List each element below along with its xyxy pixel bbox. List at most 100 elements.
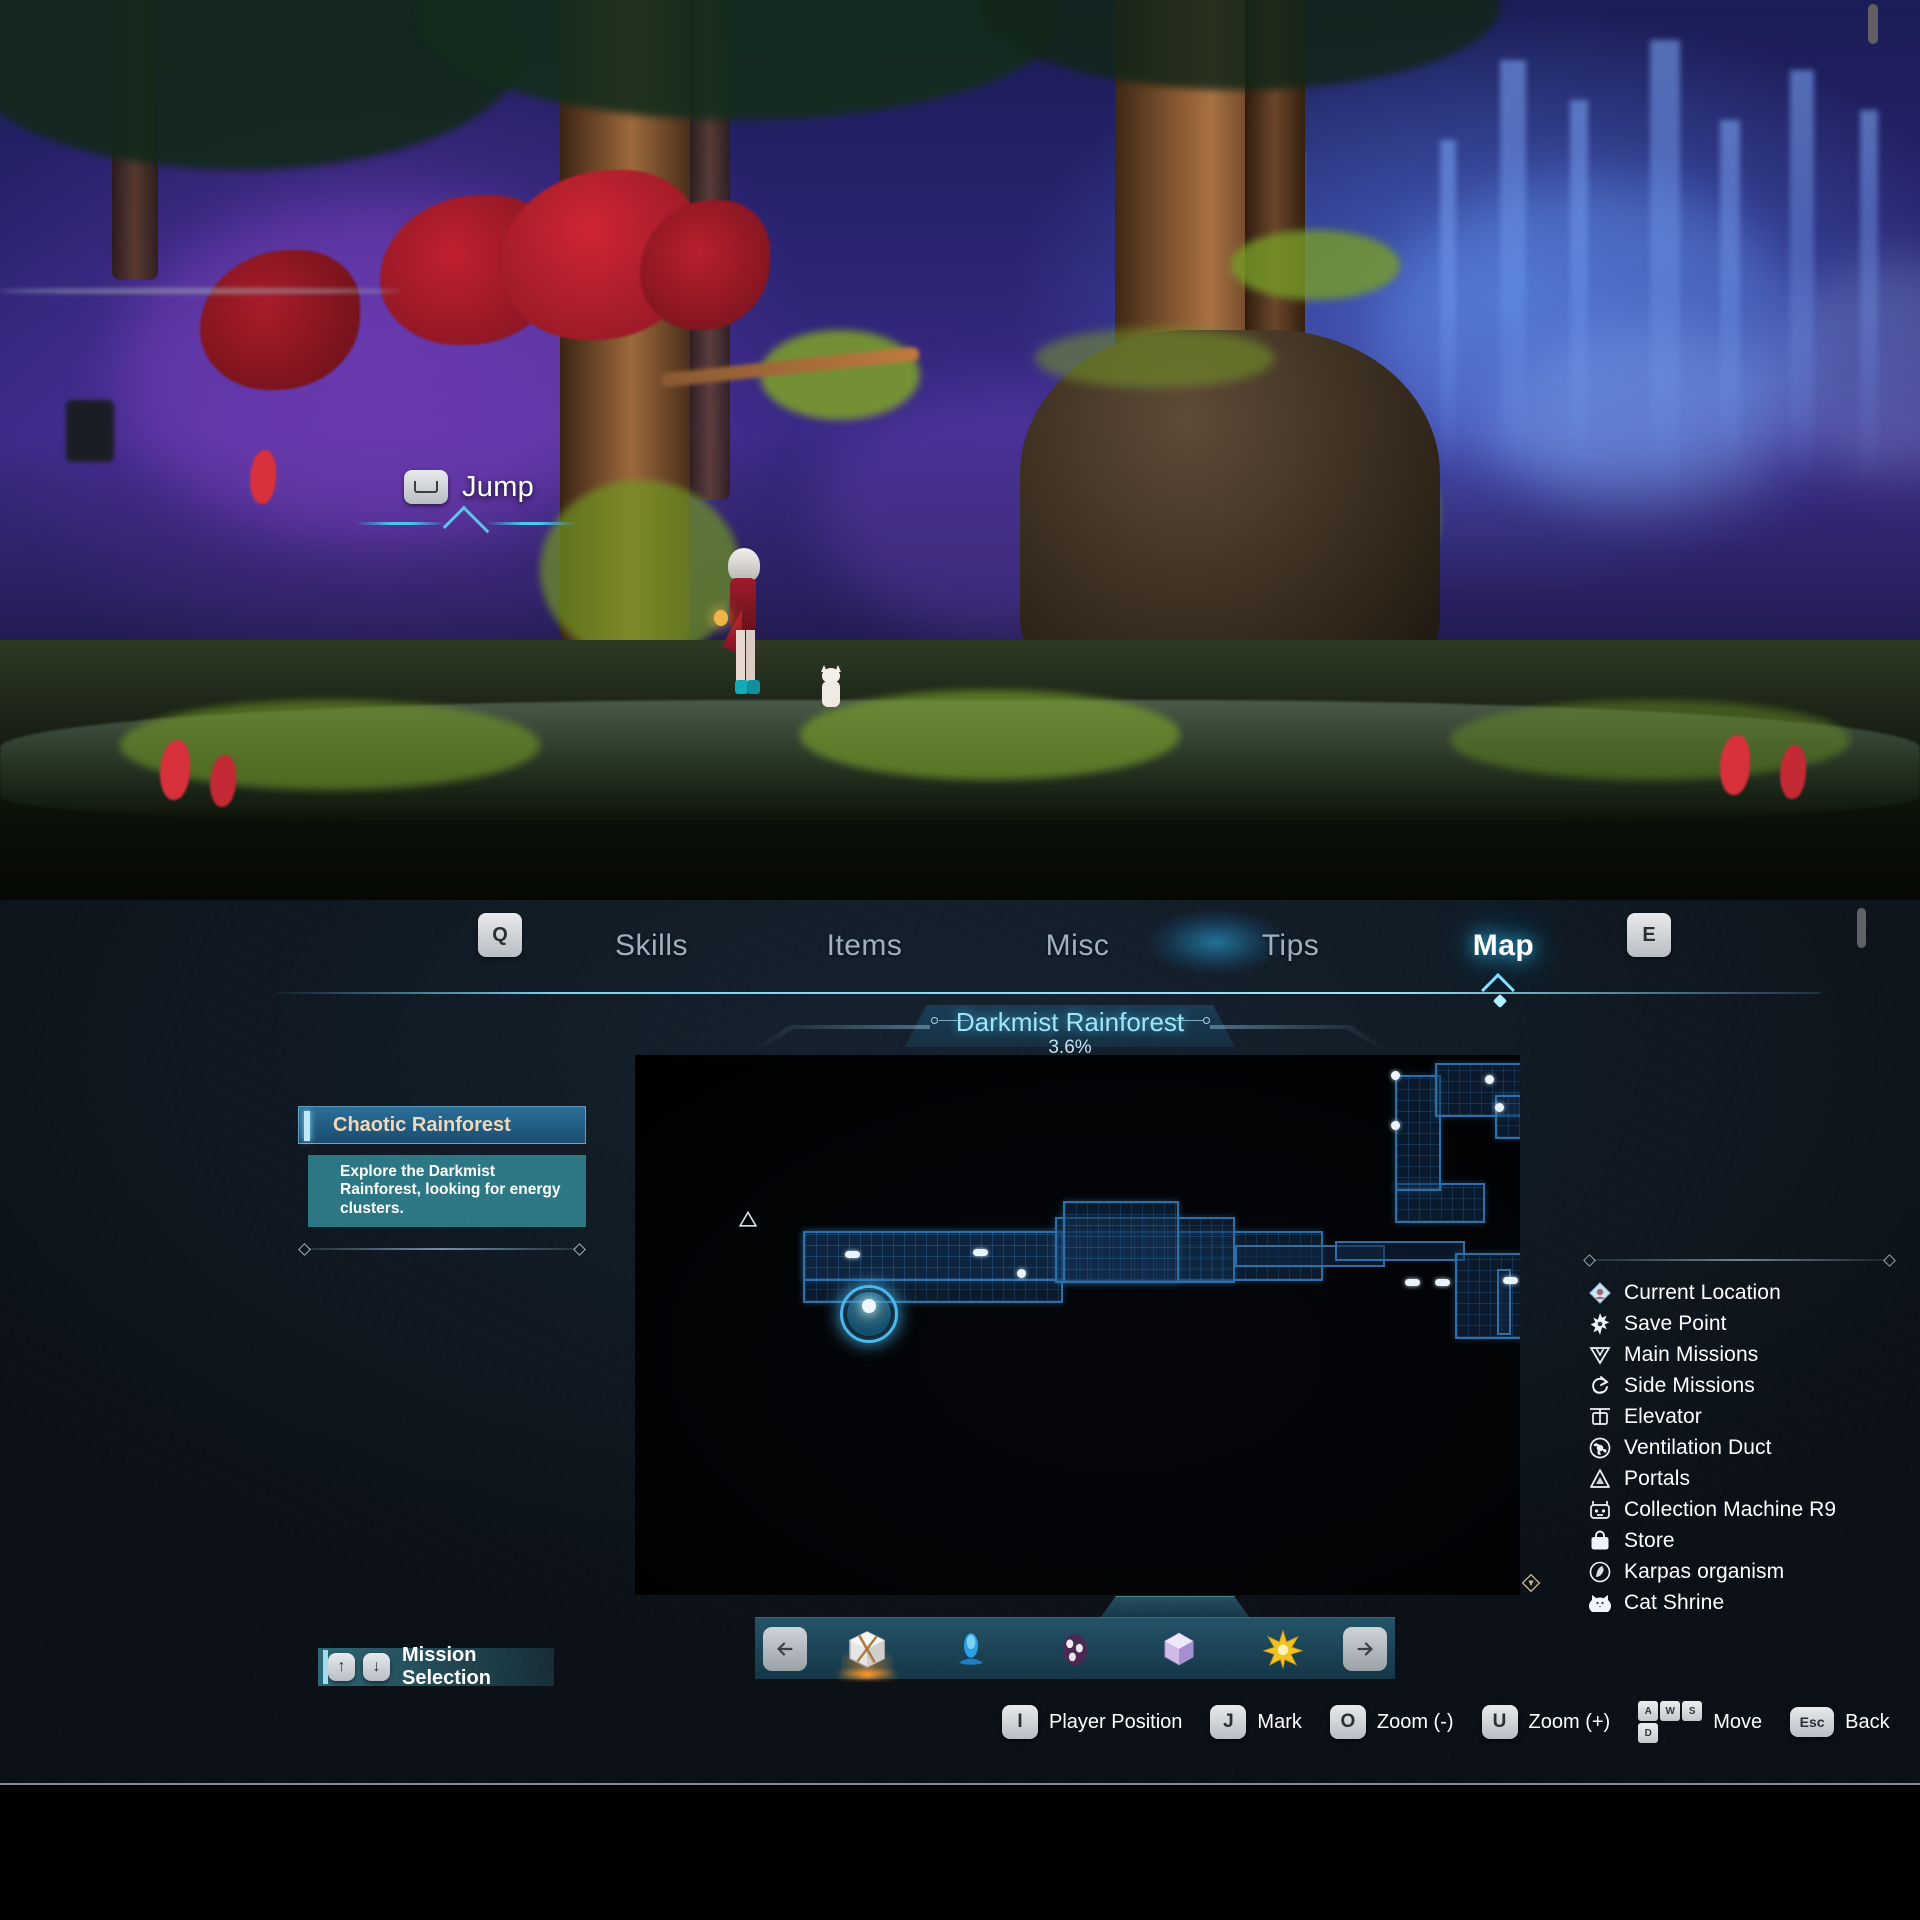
item-bar-next-button[interactable] xyxy=(1343,1626,1387,1671)
canopy-foliage xyxy=(420,0,1060,120)
tabbar-underline xyxy=(276,992,1820,994)
legend-divider xyxy=(1583,1254,1896,1267)
light-beam xyxy=(1650,40,1680,500)
next-tab-key[interactable]: E xyxy=(1627,913,1671,957)
mission-selection-button[interactable]: ↑ ↓ Mission Selection xyxy=(318,1644,554,1689)
player-character xyxy=(714,548,772,698)
legend-item-current-location: Current Location xyxy=(1585,1277,1905,1308)
map-marker xyxy=(1495,1103,1504,1112)
light-beam xyxy=(1570,100,1588,480)
legend-item-karpas-organism: Karpas organism xyxy=(1585,1556,1905,1587)
light-beam xyxy=(1860,110,1878,490)
legend-item-main-missions: Main Missions xyxy=(1585,1339,1905,1370)
map-room xyxy=(1495,1095,1520,1139)
wasd-keys-icon[interactable]: WASD xyxy=(1638,1701,1703,1743)
light-beam xyxy=(1440,140,1456,480)
filter-supply-crate[interactable] xyxy=(841,1622,893,1675)
mission-selection-label: Mission Selection xyxy=(402,1644,491,1689)
filter-blue-fish[interactable] xyxy=(945,1623,997,1675)
key-esc[interactable]: Esc xyxy=(1790,1707,1835,1737)
filter-crystal-cube[interactable] xyxy=(1153,1623,1205,1675)
legend-label: Save Point xyxy=(1624,1311,1727,1335)
save-point-icon xyxy=(1585,1311,1615,1337)
side-missions-icon xyxy=(1585,1373,1615,1399)
map-viewport[interactable] xyxy=(635,1055,1520,1595)
legend-label: Collection Machine R9 xyxy=(1624,1497,1837,1521)
menu-scrollbar[interactable] xyxy=(1857,908,1866,948)
map-room xyxy=(1063,1201,1179,1283)
ground-red-plant xyxy=(250,450,276,504)
hint-label: Back xyxy=(1845,1710,1890,1733)
collectible-filter-bar xyxy=(755,1617,1395,1679)
mission-selected-marker xyxy=(304,1111,310,1141)
hint-label: Mark xyxy=(1257,1710,1302,1733)
legend-item-store: Store xyxy=(1585,1525,1905,1556)
key-hints-bar: I Player Position J Mark O Zoom (-) U Zo… xyxy=(1002,1701,1918,1743)
tab-items[interactable]: Items xyxy=(758,929,971,963)
prev-tab-key[interactable]: Q xyxy=(478,913,522,957)
light-beam xyxy=(1500,60,1526,480)
key-i[interactable]: I xyxy=(1002,1705,1038,1739)
moss-foliage xyxy=(1230,230,1400,300)
legend-item-elevator: Elevator xyxy=(1585,1401,1905,1432)
map-marker xyxy=(973,1249,988,1256)
legend-item-ventilation-duct: Ventilation Duct xyxy=(1585,1432,1905,1463)
game-scene-viewport: Jump xyxy=(0,0,1920,900)
hint-label: Zoom (+) xyxy=(1528,1710,1611,1733)
map-marker xyxy=(1391,1071,1400,1080)
key-o[interactable]: O xyxy=(1329,1705,1366,1739)
cat-shrine-icon xyxy=(1585,1590,1615,1616)
hint-zoom-in: U Zoom (+) xyxy=(1481,1705,1611,1739)
item-bar-handle[interactable] xyxy=(1100,1596,1250,1618)
hanging-chain xyxy=(0,288,400,294)
store-icon xyxy=(1585,1528,1615,1554)
mission-title-row[interactable]: Chaotic Rainforest xyxy=(298,1106,586,1144)
ground-moss xyxy=(800,690,1180,780)
key-u[interactable]: U xyxy=(1481,1705,1518,1739)
moss-foliage xyxy=(760,330,920,420)
mission-divider xyxy=(298,1242,586,1256)
item-bar-prev-button[interactable] xyxy=(763,1626,807,1671)
legend-item-save-point: Save Point xyxy=(1585,1308,1905,1339)
map-corridor xyxy=(1335,1241,1465,1261)
mission-title-text: Chaotic Rainforest xyxy=(333,1113,511,1136)
hint-label: Move xyxy=(1713,1710,1763,1733)
map-marker xyxy=(1503,1277,1518,1284)
bottom-letterbox xyxy=(0,1787,1920,1920)
map-marker xyxy=(1485,1075,1494,1084)
tab-misc[interactable]: Misc xyxy=(971,929,1184,963)
mission-up-key[interactable]: ↑ xyxy=(328,1653,355,1681)
key-j[interactable]: J xyxy=(1210,1705,1247,1739)
filter-purple-egg[interactable] xyxy=(1049,1623,1101,1675)
tab-tips[interactable]: Tips xyxy=(1184,929,1397,963)
legend-item-cat-shrine: Cat Shrine xyxy=(1585,1587,1905,1618)
canopy-foliage xyxy=(980,0,1500,90)
mission-panel: Chaotic Rainforest Explore the Darkmist … xyxy=(298,1106,586,1256)
map-marker xyxy=(1017,1269,1026,1278)
light-beam xyxy=(1720,120,1740,480)
hint-label: Player Position xyxy=(1049,1710,1183,1733)
boulder-moss xyxy=(1035,328,1275,388)
legend-label: Store xyxy=(1624,1528,1675,1552)
map-marker xyxy=(1405,1279,1420,1286)
hint-back: Esc Back xyxy=(1790,1707,1890,1737)
mission-description: Explore the Darkmist Rainforest, looking… xyxy=(308,1155,586,1227)
hint-label: Zoom (-) xyxy=(1376,1710,1454,1733)
filter-gold-star[interactable] xyxy=(1257,1623,1309,1675)
hint-player-position: I Player Position xyxy=(1002,1705,1182,1739)
mission-down-key[interactable]: ↓ xyxy=(363,1653,390,1681)
collection-machine-icon xyxy=(1585,1497,1615,1523)
map-marker xyxy=(1435,1279,1450,1286)
legend-item-collection-machine: Collection Machine R9 xyxy=(1585,1494,1905,1525)
platform-indicator xyxy=(356,505,576,553)
tab-map[interactable]: Map xyxy=(1397,929,1610,963)
map-legend: Current Location Save Point Main Mission… xyxy=(1583,1254,1905,1618)
boulder xyxy=(1020,330,1440,690)
hint-mark: J Mark xyxy=(1210,1705,1302,1739)
menu-tabbar: Skills Items Misc Tips Map xyxy=(545,918,1610,974)
scene-scrollbar[interactable] xyxy=(1868,4,1878,44)
legend-label: Elevator xyxy=(1624,1404,1702,1428)
legend-item-portals: Portals xyxy=(1585,1463,1905,1494)
tab-skills[interactable]: Skills xyxy=(545,929,758,963)
legend-label: Cat Shrine xyxy=(1624,1590,1725,1614)
